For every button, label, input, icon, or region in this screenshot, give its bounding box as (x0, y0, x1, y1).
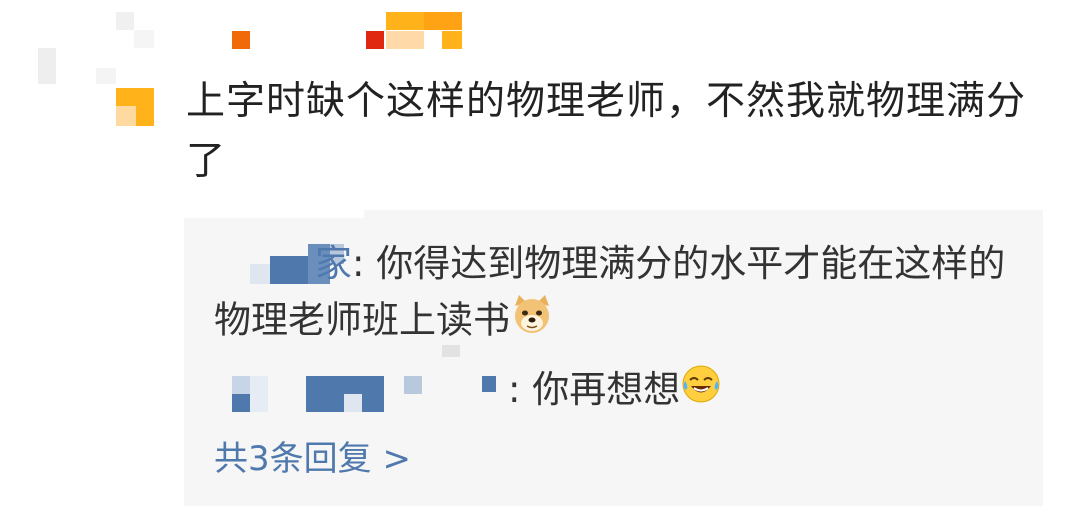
reply-2-text: 你再想想 (532, 368, 681, 411)
mosaic-fragment (442, 345, 460, 357)
reply-2[interactable]: : 你再想想 (508, 362, 808, 421)
comment-text: 上字时缺个这样的物理老师，不然我就物理满分了 (186, 79, 1027, 184)
reply-1-username[interactable]: 家 (214, 236, 352, 292)
more-replies-link[interactable]: 共3条回复 > (214, 432, 411, 486)
laugh-cry-icon (680, 363, 722, 421)
doge-icon (510, 292, 554, 352)
reply-1[interactable]: 家: 你得达到物理满分的水平才能在这样的物理老师班上读书 (214, 236, 1014, 352)
